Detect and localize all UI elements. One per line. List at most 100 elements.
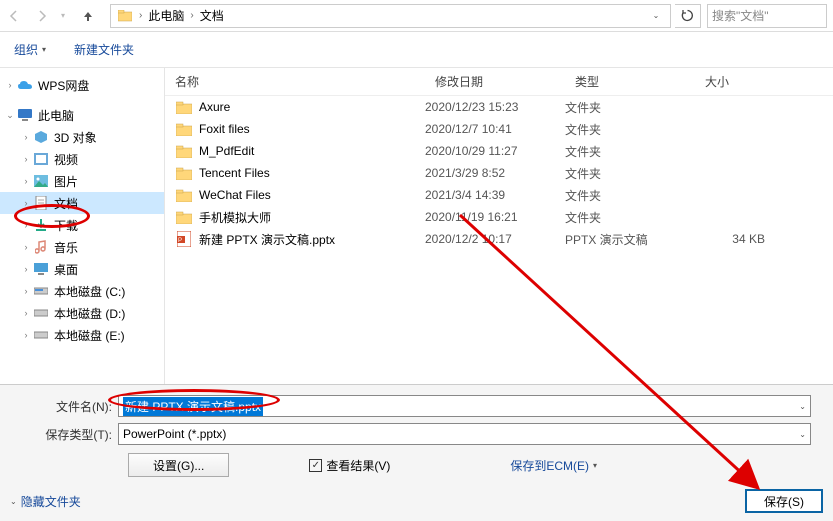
savetype-select[interactable]: PowerPoint (*.pptx) ⌄ — [118, 423, 811, 445]
file-type: 文件夹 — [565, 99, 695, 116]
column-type[interactable]: 类型 — [565, 73, 695, 90]
folder-icon — [175, 99, 193, 115]
desktop-icon — [32, 261, 50, 277]
file-row[interactable]: Foxit files2020/12/7 10:41文件夹 — [165, 118, 833, 140]
organize-menu[interactable]: 组织▾ — [8, 37, 52, 62]
filename-value: 新建 PPTX 演示文稿.pptx — [123, 397, 263, 416]
file-row[interactable]: M_PdfEdit 2020/10/29 11:27文件夹 — [165, 140, 833, 162]
file-row[interactable]: Axure 2020/12/23 15:23文件夹 — [165, 96, 833, 118]
file-pane: 名称 修改日期 类型 大小 Axure2020/12/23 15:23文件夹Fo… — [165, 68, 833, 384]
collapse-icon: ⌄ — [4, 110, 16, 121]
savetype-value: PowerPoint (*.pptx) — [123, 427, 226, 441]
chevron-right-icon: › — [137, 10, 144, 21]
search-input[interactable]: 搜索"文档" — [707, 4, 827, 28]
svg-text:P: P — [178, 238, 182, 244]
sidebar-item-disk-c[interactable]: ›本地磁盘 (C:) — [0, 280, 164, 302]
forward-button[interactable] — [28, 2, 56, 30]
column-headers: 名称 修改日期 类型 大小 — [165, 68, 833, 96]
save-form: 文件名(N): 新建 PPTX 演示文稿.pptx ⌄ 保存类型(T): Pow… — [0, 384, 833, 521]
folder-icon — [175, 209, 193, 225]
file-name: Axure — [199, 100, 230, 114]
back-button[interactable] — [0, 2, 28, 30]
file-size: 34 KB — [695, 232, 795, 246]
video-icon — [32, 151, 50, 167]
file-list: Axure2020/12/23 15:23文件夹Foxit files2020/… — [165, 96, 833, 384]
download-icon — [32, 217, 50, 233]
breadcrumb-current[interactable]: 文档 — [196, 7, 228, 24]
folder-icon — [175, 121, 193, 137]
sidebar-item-disk-e[interactable]: ›本地磁盘 (E:) — [0, 324, 164, 346]
document-icon — [32, 195, 50, 211]
chevron-right-icon: › — [188, 10, 195, 21]
save-ecm-menu[interactable]: 保存到ECM(E)▾ — [510, 457, 597, 474]
settings-button[interactable]: 设置(G)... — [128, 453, 229, 477]
toolbar: 组织▾ 新建文件夹 — [0, 32, 833, 68]
file-row[interactable]: P 新建 PPTX 演示文稿.pptx 2020/12/2 10:17PPTX 演示… — [165, 228, 833, 250]
disk-icon — [32, 305, 50, 321]
column-date[interactable]: 修改日期 — [425, 73, 565, 90]
file-name: WeChat Files — [199, 188, 271, 202]
search-placeholder: 搜索"文档" — [712, 7, 769, 24]
picture-icon — [32, 173, 50, 189]
file-type: 文件夹 — [565, 209, 695, 226]
file-type: 文件夹 — [565, 143, 695, 160]
address-dropdown[interactable]: ⌄ — [648, 11, 664, 20]
checkbox-checked-icon: ✓ — [309, 459, 322, 472]
file-date: 2021/3/29 8:52 — [425, 166, 565, 180]
sidebar-item-video[interactable]: ›视频 — [0, 148, 164, 170]
sidebar-item-disk-d[interactable]: ›本地磁盘 (D:) — [0, 302, 164, 324]
sidebar-item-3d[interactable]: ›3D 对象 — [0, 126, 164, 148]
file-date: 2020/12/7 10:41 — [425, 122, 565, 136]
file-date: 2021/3/4 14:39 — [425, 188, 565, 202]
refresh-button[interactable] — [675, 4, 701, 28]
view-result-checkbox[interactable]: ✓ 查看结果(V) — [309, 457, 390, 474]
file-name: Foxit files — [199, 122, 250, 136]
sidebar-item-music[interactable]: ›音乐 — [0, 236, 164, 258]
sidebar-item-downloads[interactable]: ›下载 — [0, 214, 164, 236]
disk-icon — [32, 283, 50, 299]
sidebar-item-thispc[interactable]: ⌄ 此电脑 — [0, 104, 164, 126]
music-icon — [32, 239, 50, 255]
sidebar-item-wps[interactable]: › WPS网盘 — [0, 74, 164, 96]
file-type: PPTX 演示文稿 — [565, 231, 695, 248]
expand-icon: › — [4, 80, 16, 90]
up-button[interactable] — [76, 4, 100, 28]
file-row[interactable]: Tencent Files2021/3/29 8:52文件夹 — [165, 162, 833, 184]
sidebar-item-pictures[interactable]: ›图片 — [0, 170, 164, 192]
folder-icon — [175, 143, 193, 159]
sidebar-item-desktop[interactable]: ›桌面 — [0, 258, 164, 280]
navigation-bar: ▾ › 此电脑 › 文档 ⌄ 搜索"文档" — [0, 0, 833, 32]
main-area: › WPS网盘 ⌄ 此电脑 ›3D 对象 ›视频 ›图片 ›文档 ›下载 ›音乐… — [0, 68, 833, 384]
savetype-label: 保存类型(T): — [10, 426, 118, 443]
file-type: 文件夹 — [565, 187, 695, 204]
sidebar: › WPS网盘 ⌄ 此电脑 ›3D 对象 ›视频 ›图片 ›文档 ›下载 ›音乐… — [0, 68, 165, 384]
new-folder-button[interactable]: 新建文件夹 — [68, 37, 140, 62]
file-date: 2020/12/23 15:23 — [425, 100, 565, 114]
chevron-down-icon[interactable]: ⌄ — [799, 402, 806, 411]
folder-icon — [175, 165, 193, 181]
save-button[interactable]: 保存(S) — [745, 489, 823, 513]
file-name: 手机模拟大师 — [199, 209, 271, 226]
filename-input[interactable]: 新建 PPTX 演示文稿.pptx ⌄ — [118, 395, 811, 417]
file-row[interactable]: 手机模拟大师 2020/11/19 16:21文件夹 — [165, 206, 833, 228]
file-date: 2020/11/19 16:21 — [425, 210, 565, 224]
file-name: 新建 PPTX 演示文稿.pptx — [199, 231, 335, 248]
file-name: M_PdfEdit — [199, 144, 254, 158]
file-row[interactable]: WeChat Files 2021/3/4 14:39文件夹 — [165, 184, 833, 206]
file-date: 2020/12/2 10:17 — [425, 232, 565, 246]
recent-dropdown[interactable]: ▾ — [56, 2, 70, 30]
sidebar-item-documents[interactable]: ›文档 — [0, 192, 164, 214]
hide-folders-link[interactable]: 隐藏文件夹 — [21, 493, 81, 510]
chevron-down-icon[interactable]: ⌄ — [799, 430, 806, 439]
column-size[interactable]: 大小 — [695, 73, 795, 90]
pc-icon — [16, 107, 34, 123]
breadcrumb-root[interactable]: 此电脑 — [144, 7, 188, 24]
cloud-icon — [16, 77, 34, 93]
folder-icon — [175, 187, 193, 203]
chevron-down-icon: ⌄ — [10, 497, 17, 506]
file-date: 2020/10/29 11:27 — [425, 144, 565, 158]
address-bar[interactable]: › 此电脑 › 文档 ⌄ — [110, 4, 671, 28]
pptx-icon: P — [175, 231, 193, 247]
filename-label: 文件名(N): — [10, 398, 118, 415]
column-name[interactable]: 名称 — [165, 73, 425, 90]
